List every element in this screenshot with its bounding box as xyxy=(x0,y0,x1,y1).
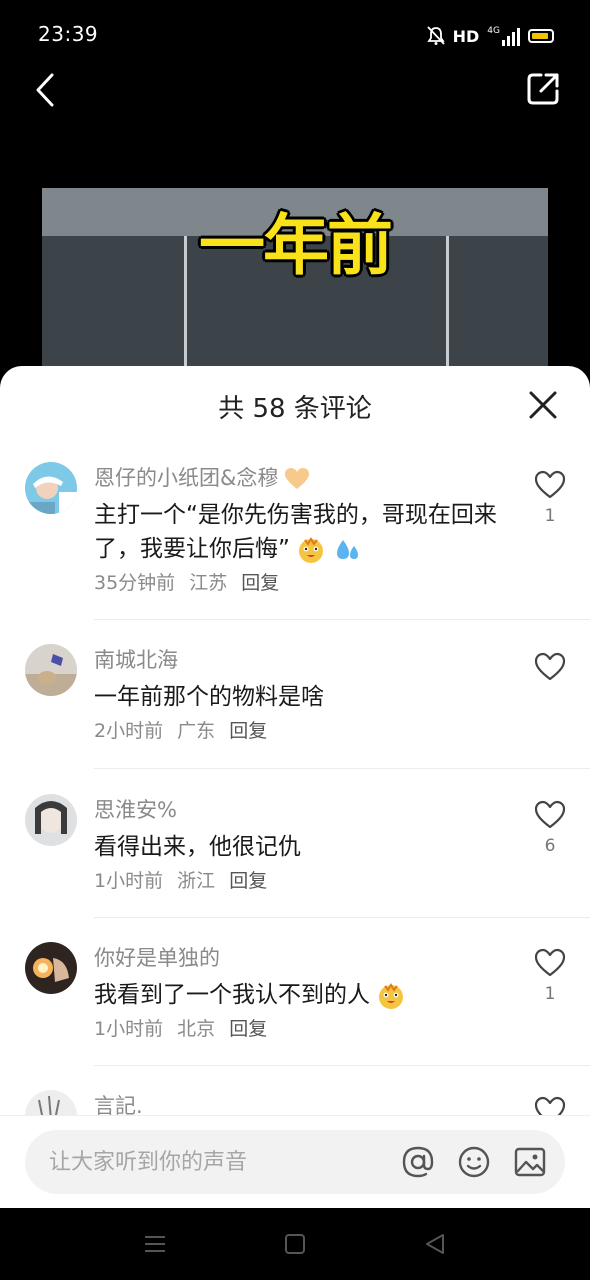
comment-text-body: 我看到了一个我认不到的人 xyxy=(94,982,370,1008)
sticker-face-icon xyxy=(299,536,324,563)
menu-icon xyxy=(145,1236,165,1252)
comment-text-body: 主打一个“是你先伤害我的，哥现在回来了，我要让你后悔” xyxy=(94,502,497,562)
comment-location: 江苏 xyxy=(189,572,228,594)
heart-outline-icon xyxy=(534,800,566,829)
battery-icon xyxy=(528,29,554,43)
bell-muted-icon xyxy=(426,26,445,45)
comment-sheet: 共 58 条评论 恩仔的小纸团&念穆 主打一个“是你先伤害我的，哥现在回来了，我… xyxy=(0,366,590,1208)
home-button[interactable] xyxy=(283,1232,307,1256)
heart-outline-icon xyxy=(534,948,566,977)
mention-button[interactable] xyxy=(401,1145,435,1179)
comment-username[interactable]: 思淮安% xyxy=(94,794,177,824)
avatar[interactable] xyxy=(25,794,77,846)
status-icons: HD 4G xyxy=(426,24,554,48)
reply-button[interactable]: 回复 xyxy=(229,870,267,892)
status-time: 23:39 xyxy=(38,22,99,46)
comment-meta: 1小时前 浙江 回复 xyxy=(94,866,275,893)
comment-meta: 35分钟前 江苏 回复 xyxy=(94,568,287,595)
comment-username[interactable]: 你好是单独的 xyxy=(94,942,220,972)
username-text: 恩仔的小纸团&念穆 xyxy=(94,466,279,490)
comment-text: 一年前那个的物料是啥 xyxy=(94,684,324,710)
image-button[interactable] xyxy=(513,1145,547,1179)
network-label: 4G xyxy=(487,26,500,36)
triangle-back-icon xyxy=(426,1234,444,1254)
comment-count-title: 共 58 条评论 xyxy=(218,394,372,424)
divider xyxy=(94,917,590,918)
comment-text: 我看到了一个我认不到的人 xyxy=(94,978,514,1012)
comment-text: 主打一个“是你先伤害我的，哥现在回来了，我要让你后悔” xyxy=(94,498,514,566)
at-sign-icon xyxy=(402,1146,434,1178)
close-icon xyxy=(529,391,557,419)
share-button[interactable] xyxy=(526,72,560,106)
like-count: 6 xyxy=(544,836,556,856)
video-player[interactable]: 一年前 xyxy=(42,188,548,378)
video-pillar xyxy=(446,236,449,378)
divider xyxy=(94,1065,590,1066)
avatar[interactable] xyxy=(25,462,77,514)
avatar[interactable] xyxy=(25,644,77,696)
video-caption: 一年前 xyxy=(199,207,393,284)
status-bar: 23:39 HD 4G xyxy=(0,0,590,72)
comment-time: 35分钟前 xyxy=(94,572,176,594)
comment-location: 广东 xyxy=(177,720,216,742)
network-4g-icon: 4G xyxy=(487,26,520,46)
like-count: 1 xyxy=(544,984,556,1004)
comment-time: 2小时前 xyxy=(94,720,164,742)
square-icon xyxy=(285,1234,305,1254)
heart-outline-icon xyxy=(534,470,566,499)
reply-button[interactable]: 回复 xyxy=(241,572,279,594)
comment-meta: 1小时前 北京 回复 xyxy=(94,1014,275,1041)
back-button[interactable] xyxy=(30,72,60,108)
share-external-icon xyxy=(527,73,559,105)
like-button[interactable] xyxy=(534,470,566,500)
comment-input-pill[interactable] xyxy=(25,1130,565,1194)
menu-button[interactable] xyxy=(143,1232,167,1256)
image-icon xyxy=(514,1147,546,1177)
reply-button[interactable]: 回复 xyxy=(229,720,267,742)
like-button[interactable] xyxy=(534,948,566,978)
comment-input-bar xyxy=(0,1115,590,1208)
divider xyxy=(94,619,590,620)
close-button[interactable] xyxy=(526,388,560,422)
top-nav xyxy=(0,72,590,132)
system-nav-bar xyxy=(0,1208,590,1280)
emoji-button[interactable] xyxy=(457,1145,491,1179)
like-button[interactable] xyxy=(534,652,566,682)
comment-username[interactable]: 恩仔的小纸团&念穆 xyxy=(94,462,310,492)
hd-label: HD xyxy=(452,26,480,46)
like-count: 1 xyxy=(544,506,556,526)
like-button[interactable] xyxy=(534,800,566,830)
divider xyxy=(94,768,590,769)
system-back-button[interactable] xyxy=(423,1232,447,1256)
comment-meta: 2小时前 广东 回复 xyxy=(94,716,275,743)
reply-button[interactable]: 回复 xyxy=(229,1018,267,1040)
comment-location: 浙江 xyxy=(177,870,216,892)
comment-time: 1小时前 xyxy=(94,870,164,892)
sweat-drops-icon xyxy=(336,539,358,559)
smiley-icon xyxy=(458,1146,490,1178)
comment-location: 北京 xyxy=(177,1018,216,1040)
heart-outline-icon xyxy=(534,652,566,681)
comment-text: 看得出来，他很记仇 xyxy=(94,834,301,860)
sticker-face-icon xyxy=(379,982,404,1009)
comment-time: 1小时前 xyxy=(94,1018,164,1040)
avatar[interactable] xyxy=(25,942,77,994)
comment-username[interactable]: 南城北海 xyxy=(94,644,178,674)
sheet-header: 共 58 条评论 xyxy=(0,366,590,446)
orange-heart-icon xyxy=(285,468,310,489)
chevron-left-icon xyxy=(36,73,54,107)
comment-input[interactable] xyxy=(49,1130,379,1194)
